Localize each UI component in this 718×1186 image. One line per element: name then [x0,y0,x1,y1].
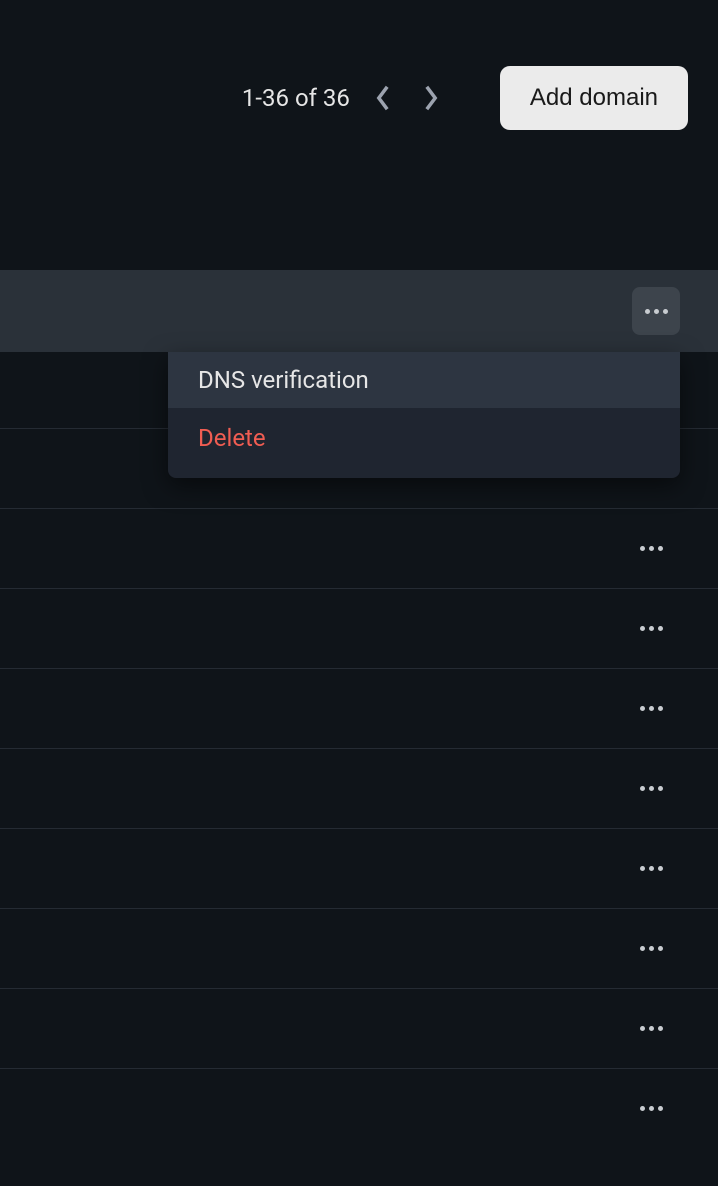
delete-menu-item[interactable]: Delete [168,408,680,478]
more-horizontal-icon [640,546,663,551]
actions-dropdown: DNS verification Delete [168,352,680,478]
table-row[interactable] [0,508,718,588]
more-actions-button[interactable] [636,534,666,564]
content-area: DNS verification Delete [0,270,718,1148]
more-actions-button[interactable] [636,614,666,644]
more-horizontal-icon [640,706,663,711]
add-domain-button[interactable]: Add domain [500,66,688,130]
chevron-right-icon [422,84,440,112]
next-page-button[interactable] [420,87,442,109]
table-row[interactable] [0,1068,718,1148]
pagination-nav [372,87,442,109]
chevron-left-icon [374,84,392,112]
more-horizontal-icon [645,309,668,314]
more-actions-button[interactable] [636,694,666,724]
header-toolbar: 1-36 of 36 Add domain [0,0,718,130]
table-row[interactable] [0,588,718,668]
more-actions-button[interactable] [636,854,666,884]
more-horizontal-icon [640,1026,663,1031]
more-actions-button[interactable] [636,774,666,804]
more-actions-button[interactable] [636,934,666,964]
table-row[interactable] [0,668,718,748]
more-horizontal-icon [640,786,663,791]
more-actions-button[interactable] [636,1094,666,1124]
table-row-selected[interactable]: DNS verification Delete [0,270,718,352]
prev-page-button[interactable] [372,87,394,109]
more-horizontal-icon [640,1106,663,1111]
more-actions-button[interactable] [632,287,680,335]
more-horizontal-icon [640,946,663,951]
table-row[interactable] [0,748,718,828]
more-horizontal-icon [640,626,663,631]
more-actions-button[interactable] [636,1014,666,1044]
table-row[interactable] [0,908,718,988]
dns-verification-menu-item[interactable]: DNS verification [168,352,680,408]
table-rows [0,428,718,1148]
table-row[interactable] [0,988,718,1068]
more-horizontal-icon [640,866,663,871]
table-row[interactable] [0,828,718,908]
pagination-label: 1-36 of 36 [242,84,350,112]
